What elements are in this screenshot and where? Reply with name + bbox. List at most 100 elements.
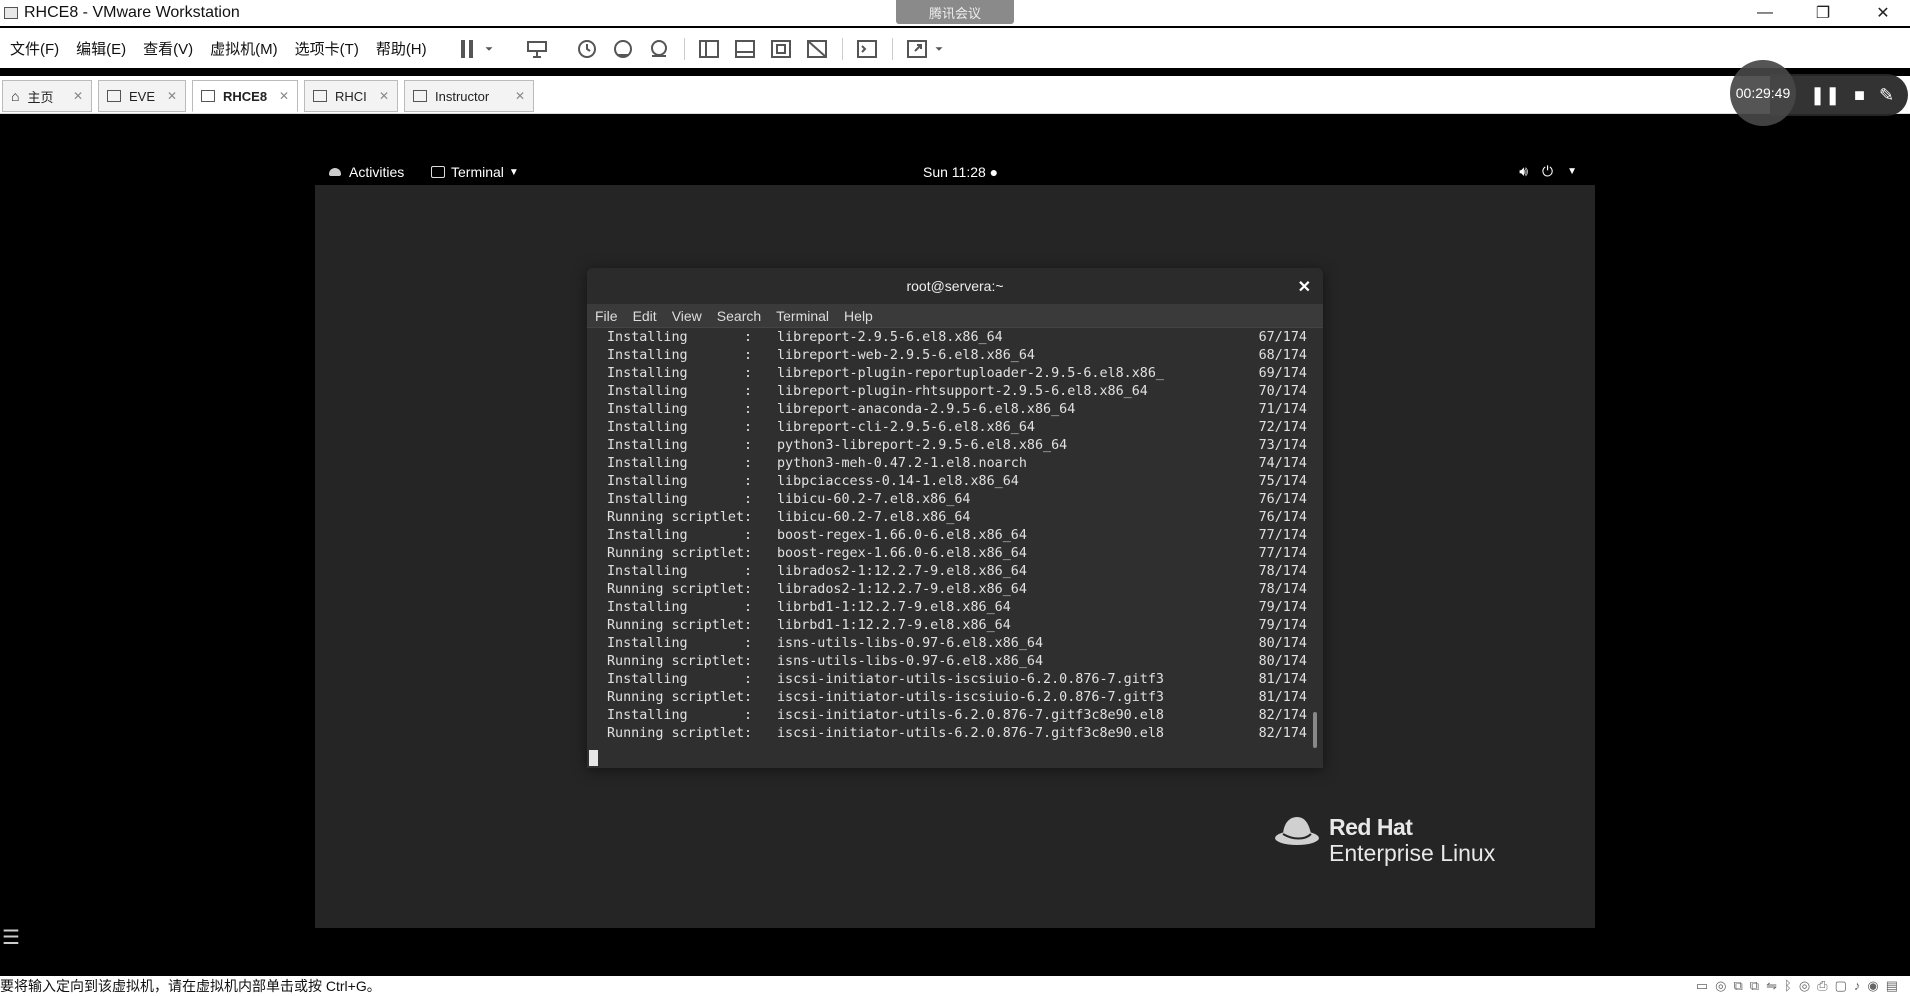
system-tray[interactable]: 🔊︎ ⏻ ▼ — [1519, 163, 1577, 180]
network-icon[interactable]: ⧉ — [1750, 978, 1759, 994]
line-progress-count: 74/174 — [1258, 456, 1307, 471]
printer-icon[interactable]: ⎙ — [1817, 978, 1827, 994]
line-progress-count: 76/174 — [1258, 492, 1307, 507]
line-package: isns-utils-libs-0.97-6.el8.x86_64 — [777, 636, 1044, 651]
usb-icon[interactable]: ⇋ — [1766, 978, 1777, 994]
close-button[interactable]: ✕ — [1860, 0, 1906, 26]
toolbar-separator — [842, 38, 843, 60]
line-action: Installing : — [607, 366, 753, 381]
vm-icon — [313, 90, 327, 102]
pause-dropdown-icon[interactable] — [482, 36, 496, 62]
close-icon[interactable]: ✕ — [1298, 277, 1311, 297]
tab-home[interactable]: ⌂ 主页 ✕ — [2, 80, 92, 112]
line-progress-count: 73/174 — [1258, 438, 1307, 453]
redhat-logo: Red Hat Enterprise Linux — [1273, 810, 1533, 870]
terminal-menu-view[interactable]: View — [672, 308, 702, 324]
terminal-line: Running scriptlet: iscsi-initiator-utils-… — [607, 725, 1323, 743]
terminal-menu-terminal[interactable]: Terminal — [776, 308, 829, 324]
network-icon[interactable]: ⧉ — [1734, 978, 1743, 994]
line-package: python3-meh-0.47.2-1.el8.noarch — [777, 456, 1027, 471]
recording-timer[interactable]: 00:29:49 — [1730, 60, 1796, 126]
menu-view[interactable]: 查看(V) — [143, 38, 193, 59]
meeting-indicator[interactable]: 腾讯会议 — [896, 0, 1014, 24]
cd-rom-icon[interactable]: ◎ — [1715, 978, 1726, 994]
revert-snapshot-icon[interactable] — [610, 36, 636, 62]
terminal-window[interactable]: root@servera:~ ✕ File Edit View Search T… — [587, 268, 1323, 768]
stretch-icon[interactable] — [904, 36, 930, 62]
tab-eve[interactable]: EVE ✕ — [98, 80, 186, 112]
guest-display[interactable]: Activities Terminal ▼ Sun 11:28 ● 🔊︎ ⏻ ▼… — [315, 160, 1595, 928]
menu-help[interactable]: 帮助(H) — [376, 38, 427, 59]
fullscreen-icon[interactable] — [768, 36, 794, 62]
tab-label: RHCE8 — [223, 88, 268, 104]
tab-rhci[interactable]: RHCI ✕ — [304, 80, 398, 112]
console-icon[interactable] — [854, 36, 880, 62]
line-package: libreport-cli-2.9.5-6.el8.x86_64 — [777, 420, 1035, 435]
line-package: libreport-anaconda-2.9.5-6.el8.x86_64 — [777, 402, 1076, 417]
menu-edit[interactable]: 编辑(E) — [76, 38, 126, 59]
stop-recording-icon[interactable]: ■ — [1854, 85, 1865, 106]
line-package: libreport-2.9.5-6.el8.x86_64 — [777, 330, 1003, 345]
terminal-title: root@servera:~ — [906, 278, 1004, 294]
display-icon[interactable]: ▢ — [1835, 978, 1847, 994]
line-package: libicu-60.2-7.el8.x86_64 — [777, 492, 971, 507]
app-menu-label: Terminal — [451, 164, 504, 180]
minimize-button[interactable]: — — [1742, 0, 1788, 26]
thumbnail-view-icon[interactable] — [732, 36, 758, 62]
line-action: Installing : — [607, 384, 753, 399]
cd-rom-icon[interactable]: ◎ — [1799, 978, 1810, 994]
snapshot-icon[interactable] — [574, 36, 600, 62]
tab-close-icon[interactable]: ✕ — [167, 89, 177, 103]
restore-button[interactable]: ❐ — [1800, 0, 1846, 26]
menu-tabs[interactable]: 选项卡(T) — [295, 38, 359, 59]
terminal-menu-help[interactable]: Help — [844, 308, 873, 324]
terminal-line: Installing : iscsi-initiator-utils-iscsiu… — [607, 671, 1323, 689]
clock[interactable]: Sun 11:28 ● — [923, 164, 998, 180]
tab-label: 主页 — [27, 89, 54, 105]
hard-disk-icon[interactable]: ▭ — [1696, 978, 1708, 994]
send-keys-icon[interactable] — [524, 36, 550, 62]
sidebar-view-icon[interactable] — [696, 36, 722, 62]
scrollbar[interactable] — [1313, 712, 1317, 748]
line-action: Installing : — [607, 456, 753, 471]
app-menu-terminal[interactable]: Terminal ▼ — [431, 164, 519, 180]
pause-icon[interactable] — [455, 36, 481, 62]
stretch-dropdown-icon[interactable] — [932, 36, 946, 62]
terminal-menu-edit[interactable]: Edit — [633, 308, 657, 324]
tab-close-icon[interactable]: ✕ — [379, 89, 389, 103]
camera-icon[interactable]: ◉ — [1867, 978, 1878, 994]
terminal-titlebar: root@servera:~ ✕ — [587, 268, 1323, 304]
line-action: Installing : — [607, 438, 753, 453]
line-progress-count: 79/174 — [1258, 600, 1307, 615]
menu-file[interactable]: 文件(F) — [10, 38, 59, 59]
terminal-menu-search[interactable]: Search — [717, 308, 761, 324]
terminal-line: Installing : isns-utils-libs-0.97-6.el8.x… — [607, 635, 1323, 653]
snapshot-manager-icon[interactable] — [646, 36, 672, 62]
terminal-line: Installing : libreport-cli-2.9.5-6.el8.x8… — [607, 419, 1323, 437]
terminal-output[interactable]: Installing : libreport-2.9.5-6.el8.x86_64… — [587, 328, 1323, 768]
title-bar: RHCE8 - VMware Workstation 腾讯会议 — ❐ ✕ — [0, 0, 1910, 26]
activities-button[interactable]: Activities — [329, 164, 404, 180]
tab-instructor[interactable]: Instructor ✕ — [404, 80, 534, 112]
terminal-line: Running scriptlet: librados2-1:12.2.7-9.e… — [607, 581, 1323, 599]
chevron-down-icon: ▼ — [1567, 166, 1577, 177]
line-package: libreport-plugin-reportuploader-2.9.5-6.… — [777, 366, 1164, 381]
unity-icon[interactable] — [804, 36, 830, 62]
tab-close-icon[interactable]: ✕ — [73, 89, 83, 103]
sound-icon[interactable]: ♪ — [1854, 978, 1861, 994]
menu-vm[interactable]: 虚拟机(M) — [210, 38, 278, 59]
message-icon[interactable]: ▤ — [1886, 978, 1898, 994]
bluetooth-icon[interactable]: ᛒ — [1784, 978, 1792, 994]
tab-close-icon[interactable]: ✕ — [279, 89, 289, 103]
pen-icon[interactable]: ✎ — [1879, 85, 1894, 106]
brand-line-1: Red Hat — [1329, 814, 1413, 840]
tab-close-icon[interactable]: ✕ — [515, 89, 525, 103]
list-icon[interactable]: ☰ — [2, 925, 20, 950]
redhat-hat-icon — [1275, 817, 1319, 845]
line-action: Installing : — [607, 708, 753, 723]
terminal-line: Installing : libpciaccess-0.14-1.el8.x86_… — [607, 473, 1323, 491]
pause-recording-icon[interactable]: ❚❚ — [1810, 85, 1840, 106]
terminal-menu-file[interactable]: File — [595, 308, 618, 324]
volume-icon: 🔊︎ — [1519, 163, 1529, 179]
tab-rhce8[interactable]: RHCE8 ✕ — [192, 80, 298, 112]
